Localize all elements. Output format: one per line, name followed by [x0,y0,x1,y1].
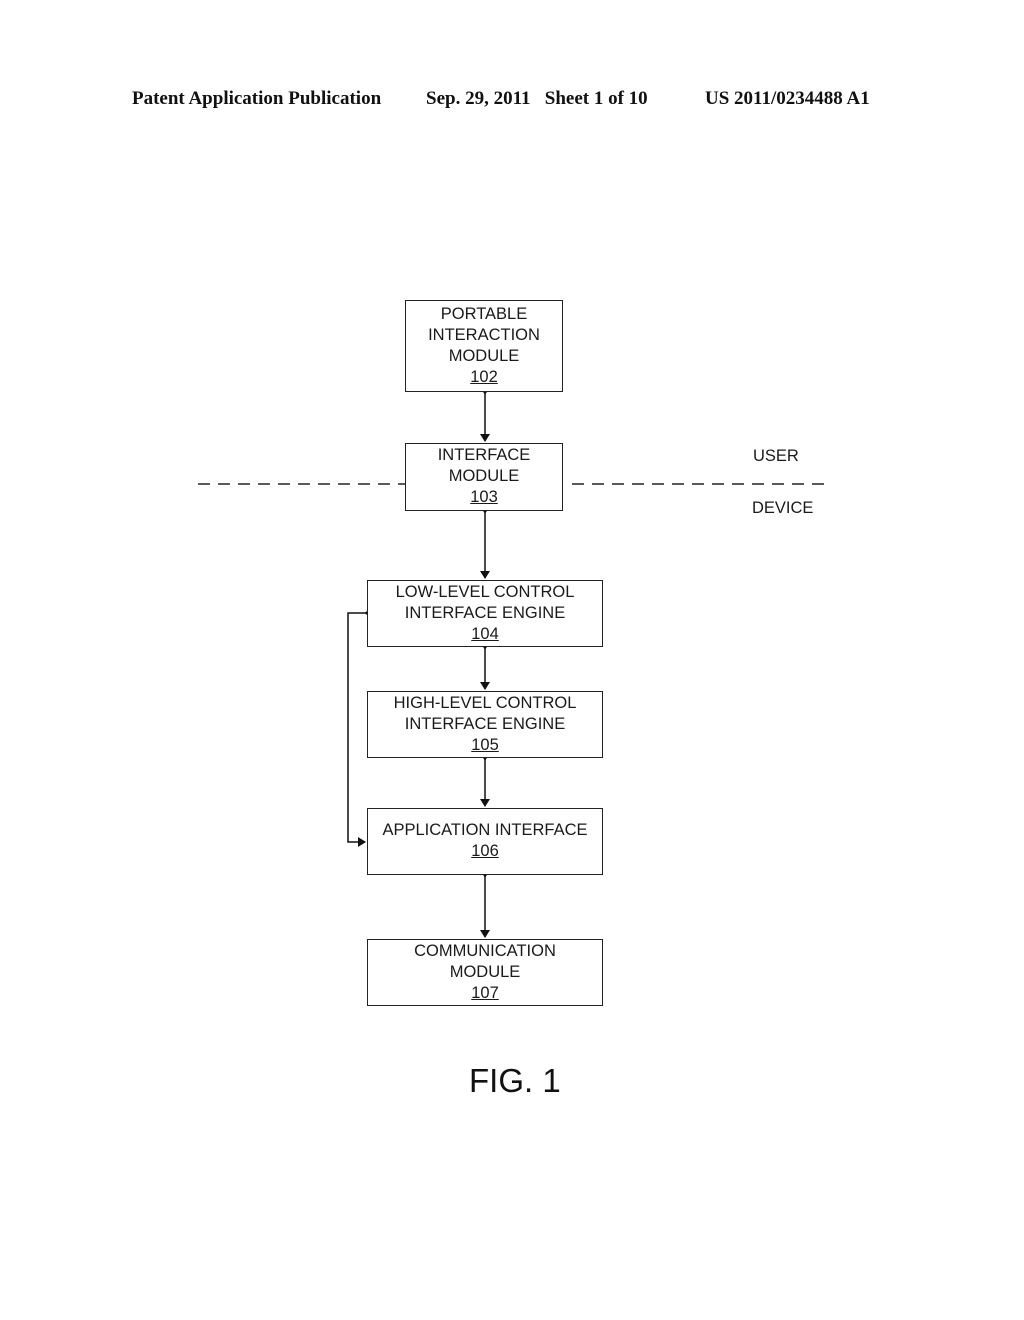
node-103-ref: 103 [470,488,498,506]
node-105-line-2: INTERFACE ENGINE [404,715,566,733]
node-102-line-1: PORTABLE [440,305,528,323]
node-103-line-1: INTERFACE [437,446,531,464]
zone-label-device: DEVICE [752,499,814,517]
node-105-ref: 105 [471,736,499,754]
edge-104-106-loop [347,608,372,847]
node-104-line-1: LOW-LEVEL CONTROL [395,583,575,601]
figure-label: FIG. 1 [469,1062,561,1099]
node-107-line-2: MODULE [449,963,521,981]
node-102-line-2: INTERACTION [428,326,540,344]
node-106-ref: 106 [471,842,499,860]
node-104-ref: 104 [471,625,499,643]
node-107-ref: 107 [471,984,499,1002]
node-103-line-2: MODULE [448,467,520,485]
node-interface-module: INTERFACE MODULE 103 [405,443,563,511]
node-low-level-control-interface-engine: LOW-LEVEL CONTROL INTERFACE ENGINE 104 [367,580,603,647]
connector-layer [198,387,826,938]
node-portable-interaction-module: PORTABLE INTERACTION MODULE 102 [405,300,563,392]
node-106-line-1: APPLICATION INTERFACE [382,821,588,839]
zone-label-user: USER [753,447,799,465]
node-105-line-1: HIGH-LEVEL CONTROL [393,694,577,712]
node-102-line-3: MODULE [448,347,520,365]
node-high-level-control-interface-engine: HIGH-LEVEL CONTROL INTERFACE ENGINE 105 [367,691,603,758]
node-102-ref: 102 [470,368,498,386]
node-application-interface: APPLICATION INTERFACE 106 [367,808,603,875]
node-104-line-2: INTERFACE ENGINE [404,604,566,622]
node-107-line-1: COMMUNICATION [414,942,556,960]
node-communication-module: COMMUNICATION MODULE 107 [367,939,603,1006]
